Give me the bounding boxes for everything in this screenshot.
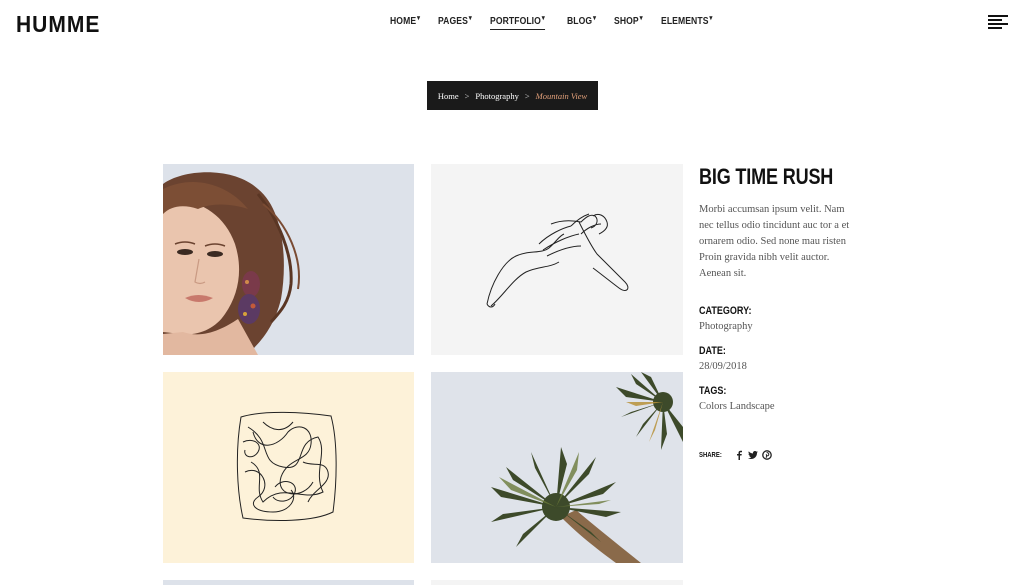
meta-label: DATE: — [699, 345, 726, 357]
breadcrumb-separator: > — [524, 90, 530, 101]
meta-category: CATEGORY: Photography — [699, 305, 869, 332]
share-bar: SHARE: — [699, 450, 772, 460]
breadcrumb-home[interactable]: Home — [438, 91, 459, 101]
caret-down-icon: ▾ — [639, 15, 643, 22]
meta-date: DATE: 28/09/2018 — [699, 345, 869, 372]
nav-label: PAGES — [438, 16, 468, 27]
project-title: BIG TIME RUSH — [699, 164, 834, 189]
nav-item-shop[interactable]: SHOP▾ — [614, 15, 643, 30]
tags-link[interactable]: Colors Landscape — [699, 401, 869, 412]
meta-label: TAGS: — [699, 385, 727, 397]
meta-label: CATEGORY: — [699, 305, 752, 317]
caret-down-icon: ▾ — [417, 15, 421, 22]
hamburger-menu-icon[interactable] — [988, 15, 1008, 29]
caret-down-icon: ▾ — [708, 15, 713, 22]
gallery-image-hands-drawing[interactable] — [431, 164, 683, 355]
caret-down-icon: ▾ — [468, 15, 472, 22]
category-link[interactable]: Photography — [699, 321, 869, 332]
twitter-icon[interactable] — [747, 450, 758, 460]
gallery-image-partial[interactable] — [163, 580, 414, 585]
gallery-image-scribble-drawing[interactable] — [163, 372, 414, 563]
pinterest-icon[interactable] — [761, 450, 772, 460]
caret-down-icon: ▾ — [542, 15, 546, 22]
nav-item-portfolio[interactable]: PORTFOLIO▾ — [490, 15, 546, 30]
project-info: BIG TIME RUSH Morbi accumsan ipsum velit… — [699, 164, 869, 412]
nav-item-pages[interactable]: PAGES▾ — [438, 15, 472, 30]
meta-tags: TAGS: Colors Landscape — [699, 385, 869, 412]
breadcrumb-separator: > — [464, 90, 470, 101]
nav-label: HOME — [390, 16, 417, 27]
breadcrumb-photography[interactable]: Photography — [475, 91, 518, 101]
site-logo[interactable]: HUMME — [16, 12, 100, 38]
nav-label: BLOG — [567, 16, 593, 27]
gallery-image-portrait[interactable] — [163, 164, 414, 355]
nav-item-blog[interactable]: BLOG▾ — [567, 15, 597, 30]
caret-down-icon: ▾ — [593, 15, 597, 22]
share-label: SHARE: — [699, 451, 722, 459]
breadcrumb-current: Mountain View — [535, 90, 588, 101]
breadcrumb: Home > Photography > Mountain View — [427, 81, 598, 110]
main-nav: HOME▾ PAGES▾ PORTFOLIO▾ BLOG▾ SHOP▾ ELEM… — [390, 15, 733, 30]
nav-label: PORTFOLIO — [490, 16, 542, 27]
date-value: 28/09/2018 — [699, 361, 747, 372]
nav-label: ELEMENTS — [660, 16, 709, 27]
gallery-image-partial[interactable] — [431, 580, 683, 585]
gallery-image-palm-trees[interactable] — [431, 372, 683, 563]
facebook-icon[interactable] — [734, 450, 744, 460]
nav-item-home[interactable]: HOME▾ — [390, 15, 421, 30]
nav-label: SHOP — [614, 16, 639, 27]
project-description: Morbi accumsan ipsum velit. Nam nec tell… — [699, 204, 850, 279]
nav-item-elements[interactable]: ELEMENTS▾ — [660, 15, 713, 30]
